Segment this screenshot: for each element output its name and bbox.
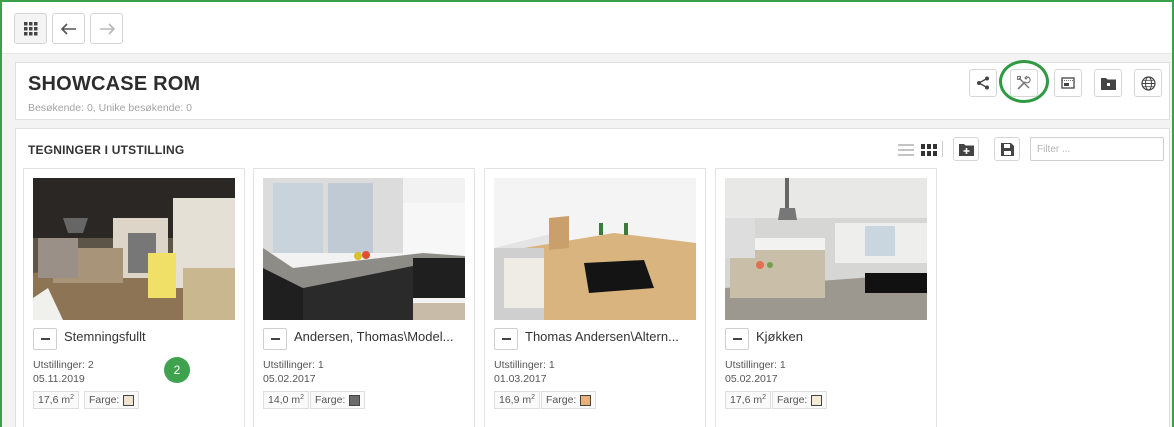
collapse-button[interactable]: [33, 328, 57, 350]
filter-input[interactable]: [1030, 137, 1164, 161]
card-color: Farge:: [84, 391, 140, 409]
area-value: 17,6 m: [38, 394, 71, 406]
card-title: Andersen, Thomas\Model...: [294, 329, 454, 344]
card-date: 05.02.2017: [263, 373, 316, 385]
color-swatch: [811, 394, 823, 406]
section-title: TEGNINGER I UTSTILLING: [28, 143, 185, 157]
drawing-thumbnail[interactable]: [33, 178, 235, 320]
area-value: 16,9 m: [499, 394, 532, 406]
drawing-card[interactable]: Stemningsfullt Utstillinger: 2 05.11.201…: [23, 168, 245, 427]
area-value: 17,6 m: [730, 394, 763, 406]
color-label: Farge:: [546, 394, 577, 406]
area-unit: 2: [762, 393, 767, 401]
color-label: Farge:: [777, 394, 808, 406]
share-button[interactable]: [969, 69, 997, 97]
area-value: 14,0 m: [268, 394, 301, 406]
card-title: Thomas Andersen\Altern...: [525, 329, 679, 344]
drawing-card[interactable]: Kjøkken Utstillinger: 1 05.02.2017 17,6 …: [715, 168, 937, 427]
drawing-thumbnail[interactable]: [725, 178, 927, 320]
card-title: Stemningsfullt: [64, 329, 146, 344]
view-separator: [942, 141, 943, 157]
card-exhibitions: Utstillinger: 1: [263, 359, 324, 371]
card-area: 17,6 m2: [33, 391, 80, 409]
folder-icon: [1100, 77, 1116, 90]
card-exhibitions: Utstillinger: 1: [494, 359, 555, 371]
minus-icon: [501, 338, 511, 340]
card-area: 16,9 m2: [494, 391, 541, 409]
collapse-button[interactable]: [494, 328, 518, 350]
color-label: Farge:: [89, 394, 120, 406]
highlight-ring: [999, 60, 1049, 103]
card-exhibitions: Utstillinger: 2: [33, 359, 94, 371]
back-button[interactable]: [52, 13, 85, 44]
card-date: 05.11.2019: [33, 373, 85, 385]
add-folder-button[interactable]: [953, 137, 979, 161]
grid-view-icon: [921, 144, 937, 156]
save-icon: [1000, 142, 1014, 156]
top-navigation: [2, 2, 1172, 54]
apps-grid-icon: [23, 21, 37, 35]
presentation-button[interactable]: [1054, 69, 1082, 97]
step-badge: 2: [164, 357, 190, 383]
grid-view-toggle[interactable]: [921, 143, 937, 161]
card-title: Kjøkken: [756, 329, 803, 344]
card-area: 17,6 m2: [725, 391, 772, 409]
list-view-toggle[interactable]: [898, 143, 914, 161]
drawing-thumbnail[interactable]: [263, 178, 465, 320]
card-color: Farge:: [310, 391, 366, 409]
collapse-button[interactable]: [263, 328, 287, 350]
drawing-card[interactable]: Andersen, Thomas\Model... Utstillinger: …: [253, 168, 475, 427]
globe-button[interactable]: [1134, 69, 1162, 97]
list-view-icon: [898, 144, 914, 156]
page-title: SHOWCASE ROM: [28, 73, 201, 95]
arrow-left-icon: [60, 22, 76, 35]
save-button[interactable]: [994, 137, 1020, 161]
apps-grid-button[interactable]: [14, 13, 47, 44]
color-swatch: [349, 394, 361, 406]
color-label: Farge:: [315, 394, 346, 406]
card-color: Farge:: [772, 391, 828, 409]
minus-icon: [40, 338, 50, 340]
card-date: 01.03.2017: [494, 373, 547, 385]
card-area: 14,0 m2: [263, 391, 310, 409]
card-color: Farge:: [541, 391, 597, 409]
folder-button[interactable]: [1094, 69, 1122, 97]
minus-icon: [270, 338, 280, 340]
collapse-button[interactable]: [725, 328, 749, 350]
color-swatch: [123, 394, 135, 406]
drawing-thumbnail[interactable]: [494, 178, 696, 320]
showroom-header: SHOWCASE ROM Besøkende: 0, Unike besøken…: [15, 60, 1170, 120]
forward-button[interactable]: [90, 13, 123, 44]
arrow-right-icon: [99, 22, 115, 35]
color-swatch: [580, 394, 592, 406]
visitor-stats: Besøkende: 0, Unike besøkende: 0: [28, 102, 193, 114]
card-date: 05.02.2017: [725, 373, 778, 385]
screen-icon: [1061, 77, 1075, 89]
minus-icon: [732, 338, 742, 340]
area-unit: 2: [70, 393, 75, 401]
area-unit: 2: [531, 393, 536, 401]
globe-icon: [1140, 75, 1156, 91]
share-icon: [977, 76, 989, 90]
card-exhibitions: Utstillinger: 1: [725, 359, 786, 371]
drawing-card[interactable]: Thomas Andersen\Altern... Utstillinger: …: [484, 168, 706, 427]
folder-add-icon: [958, 143, 974, 156]
area-unit: 2: [300, 393, 305, 401]
